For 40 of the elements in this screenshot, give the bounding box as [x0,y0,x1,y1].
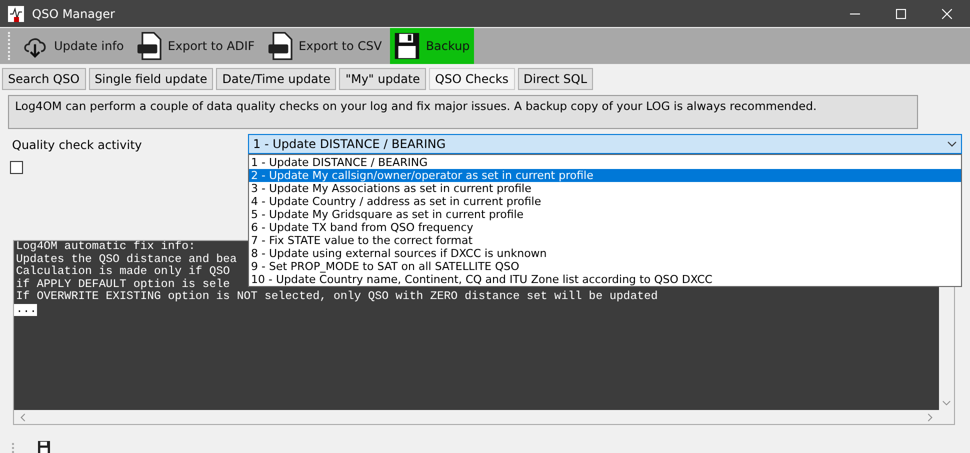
tab[interactable]: "My" update [339,68,426,90]
toolbar-button[interactable]: Update info [18,28,128,64]
quality-check-dropdown[interactable]: 1 - Update DISTANCE / BEARING [248,134,962,154]
file-icon [266,32,293,60]
dropdown-option[interactable]: 10 - Update Country name, Continent, CQ and ITU Zone list according to QSO DXCC [249,273,961,286]
tab[interactable]: Direct SQL [518,68,594,90]
scroll-right-icon[interactable] [927,412,933,422]
dropdown-option[interactable]: 7 - Fix STATE value to the correct format [249,234,961,247]
tab[interactable]: QSO Checks [429,68,515,90]
info-line: Log4OM automatic fix info: [15,241,196,254]
info-line: If OVERWRITE EXISTING option is NOT selected, only QSO with ZERO distance set will be updated [15,291,658,304]
chevron-down-icon [947,141,957,147]
toolbar-button[interactable]: Export to ADIF [132,28,259,64]
checkbox[interactable] [10,161,23,174]
tab[interactable]: Search QSO [2,68,86,90]
file-icon [136,32,162,60]
tab[interactable]: Date/Time update [216,68,336,90]
scroll-down-icon[interactable] [942,400,951,406]
info-line: Calculation is made only if QSO [15,266,230,278]
dropdown-option[interactable]: 4 - Update Country / address as set in current profile [249,195,961,208]
scroll-left-icon[interactable] [20,412,26,422]
dropdown-option[interactable]: 8 - Update using external sources if DXCC is unknown [249,247,961,260]
toolbar-button[interactable]: Export to CSV [262,28,386,64]
dropdown-option[interactable]: 5 - Update My Gridsquare as set in current profile [249,208,961,221]
dropdown-option[interactable]: 9 - Set PROP_MODE to SAT on all SATELLITE QSO [249,260,961,273]
close-icon[interactable] [942,8,952,18]
dropdown-option[interactable]: 1 - Update DISTANCE / BEARING [249,156,961,169]
info-line: Updates the QSO distance and bea [15,254,237,266]
dropdown-option[interactable]: 6 - Update TX band from QSO frequency [249,221,961,234]
toolbar-button[interactable]: Backup [390,28,474,64]
dropdown-option[interactable]: 2 - Update My callsign/owner/operator as set in current profile [249,169,961,182]
description-text: Log4OM can perform a couple of data quality checks on your log and fix major issues. A backup copy of your LOG is always recommended. [8,95,918,129]
dropdown-option[interactable]: 3 - Update My Associations as set in current profile [249,182,961,195]
app-icon [8,6,24,22]
tab[interactable]: Single field update [88,68,214,90]
info-line: if APPLY DEFAULT option is sele [15,278,230,290]
field-label: Quality check activity [12,137,143,154]
window-title: QSO Manager [32,6,115,20]
maximize-icon[interactable] [896,8,906,18]
save-icon[interactable] [36,441,52,453]
